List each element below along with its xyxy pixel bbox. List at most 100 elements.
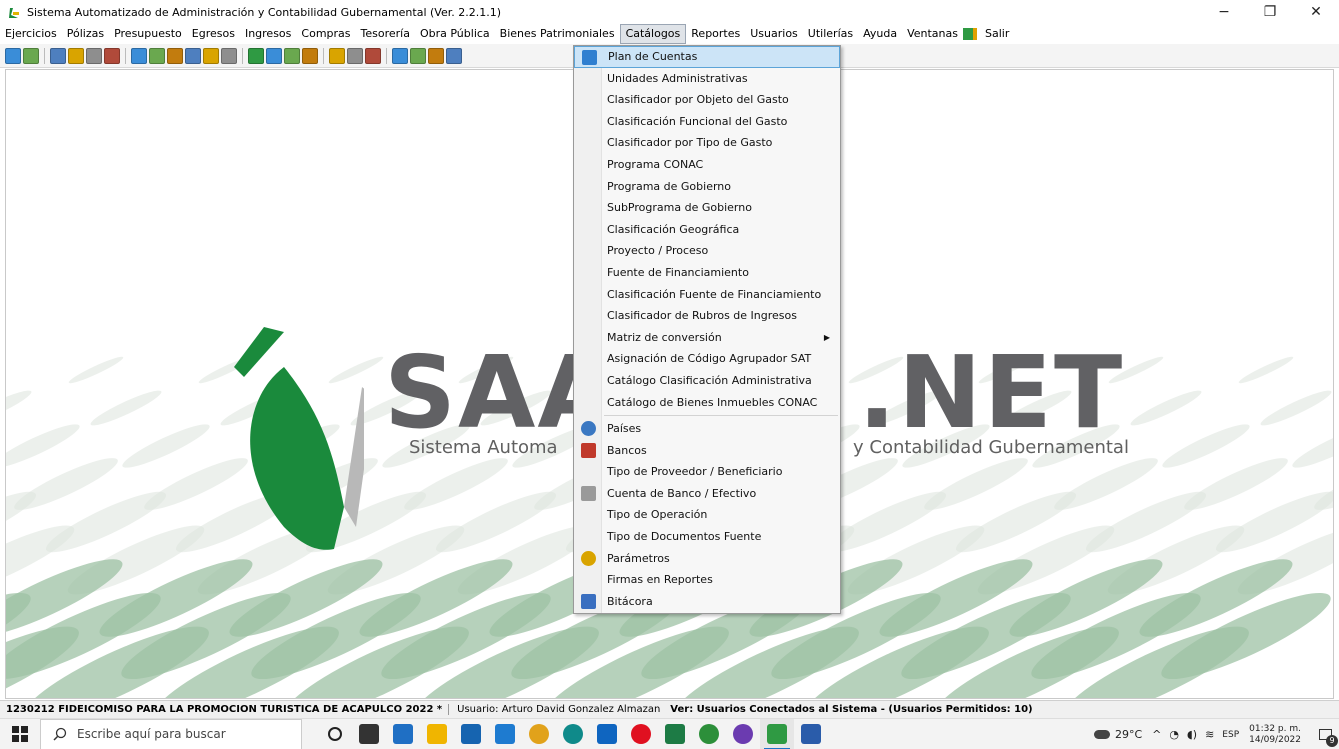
pencil-icon[interactable] [266, 47, 282, 64]
bucket-icon[interactable] [284, 47, 300, 64]
maximize-button[interactable]: ❐ [1247, 0, 1293, 24]
folder-icon[interactable] [68, 47, 84, 64]
menu-tesoreria[interactable]: Tesorería [356, 24, 415, 44]
menu-bienes-patrimoniales[interactable]: Bienes Patrimoniales [495, 24, 620, 44]
notebook-icon[interactable] [329, 47, 345, 64]
excel-icon[interactable] [658, 719, 692, 749]
menu-item-subprograma-de-gobierno[interactable]: SubPrograma de Gobierno [574, 197, 840, 219]
clock[interactable]: 01:32 p. m. 14/09/2022 [1249, 724, 1301, 746]
volume-icon[interactable]: ◖) [1187, 728, 1197, 741]
menu-item-clasificacion-geografica[interactable]: Clasificación Geográfica [574, 219, 840, 241]
store-glyph [461, 724, 481, 744]
tree-icon[interactable] [392, 47, 408, 64]
menu-item-tipo-de-proveedor-beneficiario[interactable]: Tipo de Proveedor / Beneficiario [574, 461, 840, 483]
chrome-icon[interactable] [522, 719, 556, 749]
menu-item-tipo-de-operacion[interactable]: Tipo de Operación [574, 504, 840, 526]
menu-separator [604, 415, 838, 417]
menu-item-bancos[interactable]: Bancos [574, 440, 840, 462]
edge-icon[interactable] [556, 719, 590, 749]
menu-ejercicios[interactable]: Ejercicios [0, 24, 62, 44]
menu-item-programa-conac[interactable]: Programa CONAC [574, 154, 840, 176]
chrome-profile-icon[interactable] [692, 719, 726, 749]
hand-icon[interactable] [365, 47, 381, 64]
printer-icon[interactable] [50, 47, 66, 64]
sun-icon[interactable] [410, 47, 426, 64]
menu-item-cuenta-de-banco-efectivo[interactable]: Cuenta de Banco / Efectivo [574, 483, 840, 505]
menu-usuarios[interactable]: Usuarios [745, 24, 803, 44]
menu-item-clasificacion-fuente-de-financiamiento[interactable]: Clasificación Fuente de Financiamiento [574, 284, 840, 306]
menu-presupuesto[interactable]: Presupuesto [109, 24, 187, 44]
menu-polizas[interactable]: Pólizas [62, 24, 109, 44]
word-icon[interactable] [794, 719, 828, 749]
menu-item-clasificacion-funcional-del-gasto[interactable]: Clasificación Funcional del Gasto [574, 111, 840, 133]
document-icon[interactable] [23, 47, 39, 64]
toolbar-separator [125, 47, 126, 64]
f-icon[interactable] [185, 47, 201, 64]
tools-icon[interactable] [347, 47, 363, 64]
cloud-icon [1093, 730, 1110, 739]
menu-item-clasificador-por-tipo-de-gasto[interactable]: Clasificador por Tipo de Gasto [574, 132, 840, 154]
clipboard-icon[interactable] [248, 47, 264, 64]
menu-ingresos[interactable]: Ingresos [240, 24, 296, 44]
menu-reportes[interactable]: Reportes [686, 24, 745, 44]
menu-item-proyecto-proceso[interactable]: Proyecto / Proceso [574, 240, 840, 262]
catalogos-dropdown-menu: Plan de Cuentas Unidades Administrativas C… [573, 45, 841, 614]
start-button[interactable] [0, 719, 40, 749]
menu-salir[interactable]: Salir [980, 24, 1014, 44]
notifications-button[interactable]: 9 [1311, 719, 1339, 749]
d-icon[interactable] [149, 47, 165, 64]
menu-item-bitacora[interactable]: Bitácora [574, 591, 840, 613]
help-icon[interactable] [446, 47, 462, 64]
menu-compras[interactable]: Compras [296, 24, 355, 44]
p-icon[interactable] [203, 47, 219, 64]
menu-ventanas[interactable]: Ventanas [902, 24, 963, 44]
weather-temp[interactable]: 29°C [1115, 728, 1142, 741]
close-button[interactable]: ✕ [1293, 0, 1339, 24]
menu-item-matriz-de-conversion[interactable]: Matriz de conversión ▶ [574, 327, 840, 349]
file-explorer-icon[interactable] [420, 719, 454, 749]
menu-item-catalogo-de-bienes-inmuebles-conac[interactable]: Catálogo de Bienes Inmuebles CONAC [574, 392, 840, 414]
menu-item-clasificador-por-objeto-del-gasto[interactable]: Clasificador por Objeto del Gasto [574, 89, 840, 111]
minimize-button[interactable]: − [1201, 0, 1247, 24]
network-icon[interactable]: ◔ [1169, 728, 1179, 741]
menu-item-plan-de-cuentas[interactable]: Plan de Cuentas [574, 46, 840, 68]
print-icon[interactable] [221, 47, 237, 64]
language-indicator[interactable]: ESP [1222, 730, 1239, 740]
menu-item-fuente-de-financiamiento[interactable]: Fuente de Financiamiento [574, 262, 840, 284]
menu-obra-publica[interactable]: Obra Pública [415, 24, 495, 44]
menu-utilerias[interactable]: Utilerías [803, 24, 858, 44]
menu-item-firmas-en-reportes[interactable]: Firmas en Reportes [574, 569, 840, 591]
table-icon[interactable] [104, 47, 120, 64]
refresh-icon[interactable] [5, 47, 21, 64]
saacg-icon[interactable] [760, 718, 794, 749]
calendar-icon[interactable] [428, 47, 444, 64]
menu-item-asignacion-de-codigo-agrupador-sat[interactable]: Asignación de Código Agrupador SAT [574, 348, 840, 370]
store-icon[interactable] [454, 719, 488, 749]
e-icon[interactable] [167, 47, 183, 64]
edge-legacy-icon[interactable] [488, 719, 522, 749]
wifi-icon[interactable]: ≋ [1205, 728, 1214, 741]
menu-item-catalogo-clasificacion-administrativa[interactable]: Catálogo Clasificación Administrativa [574, 370, 840, 392]
c-icon[interactable] [131, 47, 147, 64]
menu-item-parametros[interactable]: Parámetros [574, 548, 840, 570]
menu-item-clasificador-de-rubros-de-ingresos[interactable]: Clasificador de Rubros de Ingresos [574, 305, 840, 327]
menu-item-paises[interactable]: Países [574, 418, 840, 440]
menu-item-tipo-de-documentos-fuente[interactable]: Tipo de Documentos Fuente [574, 526, 840, 548]
menu-egresos[interactable]: Egresos [187, 24, 240, 44]
menu-ayuda[interactable]: Ayuda [858, 24, 902, 44]
outlook-icon[interactable] [590, 719, 624, 749]
menu-catalogos[interactable]: Catálogos [619, 24, 687, 44]
menu-item-programa-de-gobierno[interactable]: Programa de Gobierno [574, 176, 840, 198]
box-icon[interactable] [302, 47, 318, 64]
taskbar-search-box[interactable]: Escribe aquí para buscar [40, 718, 302, 749]
task-view-icon[interactable] [352, 719, 386, 749]
mail-icon[interactable] [386, 719, 420, 749]
notepad-icon[interactable] [86, 47, 102, 64]
menu-item-unidades-administrativas[interactable]: Unidades Administrativas [574, 68, 840, 90]
opera-icon[interactable] [624, 719, 658, 749]
status-connected-users[interactable]: Ver: Usuarios Conectados al Sistema - (U… [670, 704, 1032, 715]
firefox-icon[interactable] [726, 719, 760, 749]
excel-glyph [665, 724, 685, 744]
chevron-up-icon[interactable]: ^ [1152, 728, 1161, 741]
cortana-icon[interactable] [318, 719, 352, 749]
